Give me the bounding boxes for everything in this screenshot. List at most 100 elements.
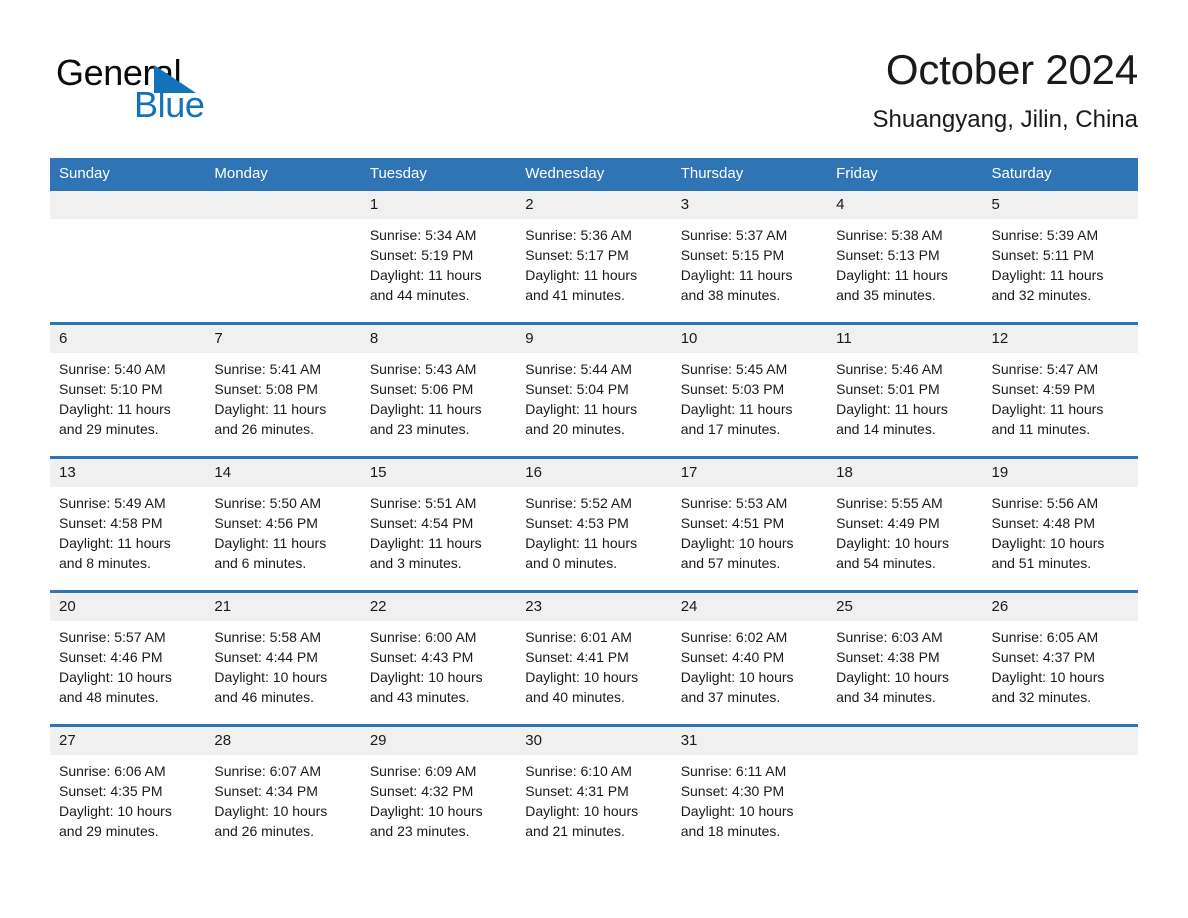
- day-info: Sunrise: 5:38 AM Sunset: 5:13 PM Daylight:…: [827, 219, 982, 305]
- day-number: 21: [205, 593, 361, 621]
- calendar-cell: 5 Sunrise: 5:39 AM Sunset: 5:11 PM Daylight…: [982, 191, 1138, 324]
- day-number: [50, 191, 206, 219]
- day-cell[interactable]: 26 Sunrise: 6:05 AM Sunset: 4:37 PM Dayligh…: [982, 593, 1138, 724]
- sunset-text: Sunset: 4:40 PM: [680, 649, 785, 665]
- day-cell[interactable]: 9 Sunrise: 5:44 AM Sunset: 5:04 PM Daylight…: [516, 325, 672, 456]
- day-cell[interactable]: 14 Sunrise: 5:50 AM Sunset: 4:56 PM Dayligh…: [205, 459, 361, 590]
- sunset-text: Sunset: 4:43 PM: [369, 649, 474, 665]
- day-cell[interactable]: 8 Sunrise: 5:43 AM Sunset: 5:06 PM Daylight…: [360, 325, 517, 456]
- day-cell[interactable]: 1 Sunrise: 5:34 AM Sunset: 5:19 PM Daylight…: [360, 191, 517, 322]
- calendar-cell: 27 Sunrise: 6:06 AM Sunset: 4:35 PM Dayligh…: [50, 724, 206, 858]
- day-cell[interactable]: 2 Sunrise: 5:36 AM Sunset: 5:17 PM Daylight…: [516, 191, 672, 322]
- sunset-text: Sunset: 5:01 PM: [836, 381, 940, 397]
- day-info: Sunrise: 5:40 AM Sunset: 5:10 PM Daylight:…: [50, 353, 205, 439]
- daylight-text: Daylight: 11 hours and 8 minutes.: [59, 535, 171, 571]
- sunset-text: Sunset: 4:49 PM: [836, 515, 940, 531]
- weekday-header-wednesday: Wednesday: [516, 158, 672, 191]
- day-cell[interactable]: 17 Sunrise: 5:53 AM Sunset: 4:51 PM Dayligh…: [671, 459, 828, 590]
- day-cell[interactable]: 20 Sunrise: 5:57 AM Sunset: 4:46 PM Dayligh…: [50, 593, 206, 724]
- day-number: 20: [50, 593, 206, 621]
- sunrise-text: Sunrise: 5:46 AM: [836, 361, 943, 377]
- day-cell[interactable]: 16 Sunrise: 5:52 AM Sunset: 4:53 PM Dayligh…: [516, 459, 672, 590]
- sunrise-text: Sunrise: 5:53 AM: [680, 495, 788, 511]
- day-cell[interactable]: 6 Sunrise: 5:40 AM Sunset: 5:10 PM Daylight…: [50, 325, 206, 456]
- day-cell[interactable]: 23 Sunrise: 6:01 AM Sunset: 4:41 PM Dayligh…: [516, 593, 672, 724]
- day-cell[interactable]: 31 Sunrise: 6:11 AM Sunset: 4:30 PM Dayligh…: [671, 727, 828, 858]
- calendar-cell: 19 Sunrise: 5:56 AM Sunset: 4:48 PM Dayligh…: [982, 456, 1138, 592]
- calendar-cell: 8 Sunrise: 5:43 AM Sunset: 5:06 PM Daylight…: [360, 322, 517, 458]
- daylight-text: Daylight: 10 hours and 40 minutes.: [525, 669, 639, 705]
- day-cell[interactable]: 25 Sunrise: 6:03 AM Sunset: 4:38 PM Dayligh…: [827, 593, 983, 724]
- daylight-text: Daylight: 10 hours and 26 minutes.: [214, 803, 328, 839]
- calendar-week-row: 1 Sunrise: 5:34 AM Sunset: 5:19 PM Daylight…: [50, 191, 1138, 324]
- day-cell[interactable]: 21 Sunrise: 5:58 AM Sunset: 4:44 PM Dayligh…: [205, 593, 361, 724]
- sunrise-text: Sunrise: 5:50 AM: [214, 495, 322, 511]
- day-cell[interactable]: 3 Sunrise: 5:37 AM Sunset: 5:15 PM Daylight…: [671, 191, 828, 322]
- sunrise-text: Sunrise: 6:00 AM: [369, 629, 477, 645]
- weekday-header-monday: Monday: [205, 158, 361, 191]
- calendar-week-row: 13 Sunrise: 5:49 AM Sunset: 4:58 PM Dayligh…: [50, 456, 1138, 592]
- day-cell[interactable]: 10 Sunrise: 5:45 AM Sunset: 5:03 PM Dayligh…: [671, 325, 828, 456]
- day-cell[interactable]: 5 Sunrise: 5:39 AM Sunset: 5:11 PM Daylight…: [982, 191, 1138, 322]
- day-number: 27: [50, 727, 206, 755]
- day-number: 12: [982, 325, 1138, 353]
- day-info: Sunrise: 6:00 AM Sunset: 4:43 PM Daylight:…: [361, 621, 516, 707]
- day-number: 26: [982, 593, 1138, 621]
- calendar-cell: 12 Sunrise: 5:47 AM Sunset: 4:59 PM Dayligh…: [982, 322, 1138, 458]
- day-info: Sunrise: 5:44 AM Sunset: 5:04 PM Daylight:…: [516, 353, 671, 439]
- day-cell[interactable]: 22 Sunrise: 6:00 AM Sunset: 4:43 PM Dayligh…: [360, 593, 517, 724]
- sunset-text: Sunset: 5:15 PM: [680, 247, 785, 263]
- day-cell[interactable]: 15 Sunrise: 5:51 AM Sunset: 4:54 PM Dayligh…: [360, 459, 517, 590]
- day-number: 15: [360, 459, 517, 487]
- day-cell[interactable]: 24 Sunrise: 6:02 AM Sunset: 4:40 PM Dayligh…: [671, 593, 828, 724]
- daylight-text: Daylight: 10 hours and 46 minutes.: [214, 669, 328, 705]
- sunrise-text: Sunrise: 5:34 AM: [369, 227, 477, 243]
- daylight-text: Daylight: 10 hours and 29 minutes.: [59, 803, 172, 839]
- calendar-week-row: 6 Sunrise: 5:40 AM Sunset: 5:10 PM Daylight…: [50, 322, 1138, 458]
- weekday-header-thursday: Thursday: [671, 158, 828, 191]
- day-number: 6: [50, 325, 206, 353]
- day-cell[interactable]: 19 Sunrise: 5:56 AM Sunset: 4:48 PM Dayligh…: [982, 459, 1138, 590]
- sunrise-text: Sunrise: 5:40 AM: [59, 361, 166, 377]
- daylight-text: Daylight: 10 hours and 23 minutes.: [369, 803, 483, 839]
- daylight-text: Daylight: 11 hours and 17 minutes.: [680, 401, 793, 437]
- calendar-cell: 14 Sunrise: 5:50 AM Sunset: 4:56 PM Dayligh…: [205, 456, 361, 592]
- day-cell-empty: [205, 191, 361, 322]
- calendar-cell: 25 Sunrise: 6:03 AM Sunset: 4:38 PM Dayligh…: [827, 590, 983, 726]
- day-number: 19: [982, 459, 1138, 487]
- day-info: Sunrise: 6:06 AM Sunset: 4:35 PM Daylight:…: [50, 755, 205, 841]
- day-cell[interactable]: 30 Sunrise: 6:10 AM Sunset: 4:31 PM Dayligh…: [516, 727, 672, 858]
- day-info: Sunrise: 5:39 AM Sunset: 5:11 PM Daylight:…: [983, 219, 1138, 305]
- general-blue-logo[interactable]: General Blue: [56, 52, 356, 128]
- day-cell[interactable]: 12 Sunrise: 5:47 AM Sunset: 4:59 PM Dayligh…: [982, 325, 1138, 456]
- day-info: Sunrise: 5:55 AM Sunset: 4:49 PM Daylight:…: [827, 487, 982, 573]
- calendar-cell: [982, 724, 1138, 858]
- day-cell-empty: [50, 191, 206, 322]
- sunset-text: Sunset: 4:35 PM: [59, 783, 163, 799]
- day-cell[interactable]: 11 Sunrise: 5:46 AM Sunset: 5:01 PM Dayligh…: [827, 325, 983, 456]
- sunset-text: Sunset: 5:08 PM: [214, 381, 318, 397]
- day-cell[interactable]: 27 Sunrise: 6:06 AM Sunset: 4:35 PM Dayligh…: [50, 727, 206, 858]
- day-info: Sunrise: 5:46 AM Sunset: 5:01 PM Daylight:…: [827, 353, 982, 439]
- calendar-cell: 10 Sunrise: 5:45 AM Sunset: 5:03 PM Dayligh…: [671, 322, 828, 458]
- day-info: Sunrise: 5:43 AM Sunset: 5:06 PM Daylight:…: [361, 353, 516, 439]
- sunrise-text: Sunrise: 5:49 AM: [59, 495, 166, 511]
- calendar-cell: 26 Sunrise: 6:05 AM Sunset: 4:37 PM Dayligh…: [982, 590, 1138, 726]
- day-number: 23: [516, 593, 672, 621]
- day-cell[interactable]: 29 Sunrise: 6:09 AM Sunset: 4:32 PM Dayligh…: [360, 727, 517, 858]
- day-cell[interactable]: 4 Sunrise: 5:38 AM Sunset: 5:13 PM Daylight…: [827, 191, 983, 322]
- day-number: [205, 191, 361, 219]
- calendar-cell: 20 Sunrise: 5:57 AM Sunset: 4:46 PM Dayligh…: [50, 590, 206, 726]
- day-info: Sunrise: 5:36 AM Sunset: 5:17 PM Daylight:…: [516, 219, 671, 305]
- sunset-text: Sunset: 4:56 PM: [214, 515, 318, 531]
- daylight-text: Daylight: 11 hours and 3 minutes.: [369, 535, 482, 571]
- day-cell[interactable]: 18 Sunrise: 5:55 AM Sunset: 4:49 PM Dayligh…: [827, 459, 983, 590]
- day-number: 17: [671, 459, 828, 487]
- sunset-text: Sunset: 4:41 PM: [525, 649, 629, 665]
- daylight-text: Daylight: 11 hours and 11 minutes.: [991, 401, 1104, 437]
- day-cell[interactable]: 13 Sunrise: 5:49 AM Sunset: 4:58 PM Dayligh…: [50, 459, 206, 590]
- day-cell[interactable]: 7 Sunrise: 5:41 AM Sunset: 5:08 PM Daylight…: [205, 325, 361, 456]
- sunset-text: Sunset: 4:46 PM: [59, 649, 163, 665]
- day-cell[interactable]: 28 Sunrise: 6:07 AM Sunset: 4:34 PM Dayligh…: [205, 727, 361, 858]
- day-number: 4: [827, 191, 983, 219]
